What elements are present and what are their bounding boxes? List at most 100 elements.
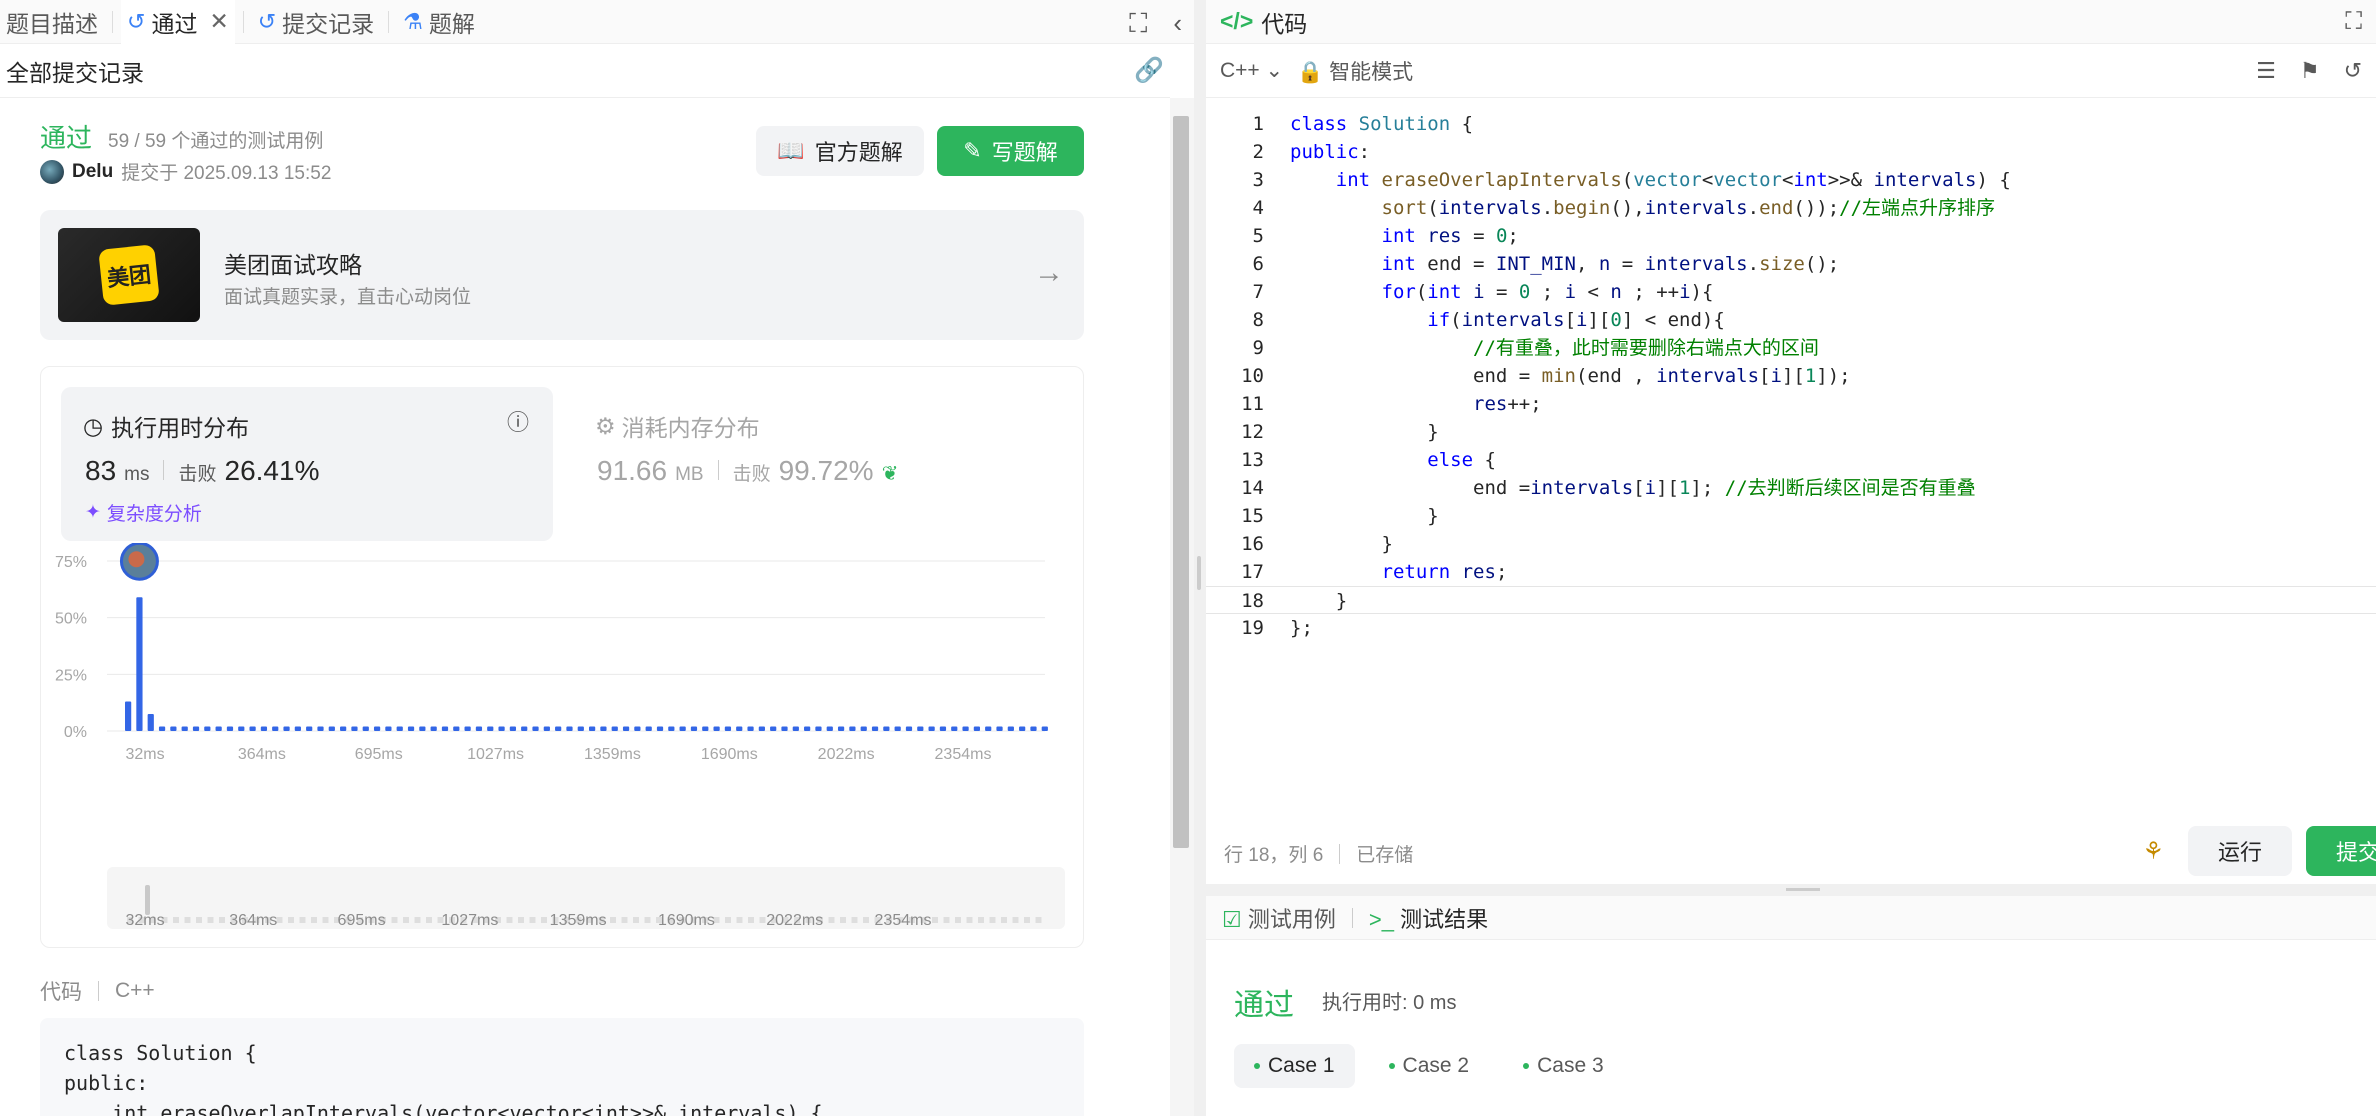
code-area[interactable]: 1 class Solution {2 public: 3 int eraseOver… [1206, 110, 2376, 642]
tab-description-label: 题目描述 [6, 10, 98, 37]
line-number: 19 [1241, 617, 1264, 639]
chart-bar [894, 726, 901, 731]
code-line[interactable]: 1 class Solution { [1206, 110, 2376, 138]
reset-icon[interactable]: ↺ [2344, 58, 2362, 84]
code-line[interactable]: 15 } [1206, 502, 2376, 530]
chart-bar [464, 726, 471, 731]
code-line[interactable]: 11 res++; [1206, 390, 2376, 418]
cursor-position: 行 18，列 6 [1224, 845, 1324, 866]
brush-tick [725, 917, 731, 923]
chart-bar [973, 726, 981, 731]
editor-results-divider[interactable] [1206, 884, 2376, 896]
panel-divider[interactable] [1194, 0, 1206, 1116]
chart-bar [951, 726, 958, 731]
runtime-title-label: 执行用时分布 [111, 415, 250, 441]
lock-icon: 🔒 [1297, 60, 1324, 84]
tab-testcases[interactable]: ☑ 测试用例 [1222, 902, 1336, 934]
official-solution-button[interactable]: 📖 官方题解 [756, 126, 924, 176]
chart-bar [543, 726, 550, 731]
debug-icon[interactable]: ⚘ [2142, 837, 2164, 866]
brush-tick [1012, 917, 1019, 923]
tab-submissions[interactable]: ↺ 提交记录 [252, 0, 380, 44]
fullscreen-icon[interactable]: ⛶ [2345, 8, 2362, 36]
left-scrollbar[interactable] [1170, 98, 1194, 1116]
code-line[interactable]: 4 sort(intervals.begin(),intervals.end()… [1206, 194, 2376, 222]
submissions-subbar: 全部提交记录 🔗 [0, 44, 1170, 98]
code-line[interactable]: 8 if(intervals[i][0] < end){ [1206, 306, 2376, 334]
tab-solutions-label: 题解 [428, 10, 475, 37]
runtime-distribution-tab[interactable]: ◷ 执行用时分布 ⓘ 83 ms 击败 26.41% ✦ 复杂度分析 [61, 387, 553, 541]
bookmark-icon[interactable]: ⚑ [2300, 58, 2320, 84]
code-line[interactable]: 2 public: [1206, 138, 2376, 166]
runtime-values: 83 ms 击败 26.41% [85, 455, 319, 487]
complexity-analysis-link[interactable]: ✦ 复杂度分析 [85, 499, 202, 526]
submit-button[interactable]: 提交 [2306, 826, 2376, 876]
brush-tick-label: 1690ms [658, 912, 715, 929]
code-line[interactable]: 6 int end = INT_MIN, n = intervals.size(… [1206, 250, 2376, 278]
avatar[interactable] [40, 159, 64, 184]
tab-solutions[interactable]: ⚗ 题解 [397, 0, 481, 44]
code-line[interactable]: 9 //有重叠，此时需要删除右端点大的区间 [1206, 334, 2376, 362]
username[interactable]: Delu [72, 161, 113, 183]
chart-bar [419, 726, 426, 731]
code-line[interactable]: 16 } [1206, 530, 2376, 558]
smart-mode-toggle[interactable]: 🔒 智能模式 [1297, 56, 1413, 86]
left-panel-controls: ⛶ ‹ [1129, 8, 1182, 40]
code-line[interactable]: 18 } [1206, 586, 2376, 614]
format-icon[interactable]: ☰ [2256, 58, 2276, 84]
official-solution-label: 官方题解 [814, 140, 903, 165]
code-line[interactable]: 14 end =intervals[i][1]; //去判断后续区间是否有重叠 [1206, 474, 2376, 502]
chart-bar [192, 726, 200, 731]
tab-divider [112, 10, 113, 33]
case-tab[interactable]: Case 3 [1503, 1044, 1624, 1088]
chart-bar [555, 726, 562, 731]
code-line[interactable]: 10 end = min(end , intervals[i][1]); [1206, 362, 2376, 390]
chart-bar [158, 726, 166, 731]
brush-tick [288, 917, 294, 923]
chart-bar [430, 726, 437, 731]
code-line[interactable]: 17 return res; [1206, 558, 2376, 586]
test-results-panel: ☑ 测试用例 >_ 测试结果 通过 执行用时: 0 ms Case 1 Case… [1206, 896, 2376, 1116]
chart-bar [600, 726, 607, 731]
write-solution-button[interactable]: ✎ 写题解 [937, 126, 1084, 176]
meituan-banner[interactable]: 美团 美团面试攻略 面试真题实录，直击心动岗位 → [40, 210, 1084, 340]
case-tab[interactable]: Case 1 [1234, 1044, 1355, 1088]
link-icon[interactable]: 🔗 [1134, 56, 1164, 85]
code-label-text: 代码 [40, 981, 82, 1004]
line-text: if(intervals[i][0] < end){ [1427, 309, 1725, 331]
chevron-down-icon: ⌄ [1265, 59, 1284, 82]
sparkle-icon: ✦ [85, 502, 101, 523]
line-number: 7 [1252, 281, 1264, 303]
divider-handle[interactable] [1786, 888, 1820, 891]
close-icon[interactable]: ✕ [209, 8, 228, 35]
code-line[interactable]: 19}; [1206, 614, 2376, 642]
collapse-icon[interactable]: ‹ [1173, 8, 1182, 40]
line-number: 12 [1241, 421, 1264, 443]
run-button[interactable]: 运行 [2188, 826, 2292, 876]
history-icon: ↺ [127, 8, 146, 34]
tab-passed[interactable]: ↺ 通过 ✕ [121, 0, 235, 44]
language-select[interactable]: C++ ⌄ [1220, 58, 1283, 83]
code-line[interactable]: 3 int eraseOverlapIntervals(vector<vecto… [1206, 166, 2376, 194]
tab-testresult[interactable]: >_ 测试结果 [1369, 902, 1488, 934]
left-scrollbar-thumb[interactable] [1173, 116, 1189, 848]
chart-bar [962, 726, 969, 731]
info-icon[interactable]: ⓘ [507, 405, 529, 437]
chart-range-brush[interactable]: 32ms 364ms 695ms 1027ms 1359ms 1690ms 2022ms 23… [107, 867, 1065, 929]
case-tab[interactable]: Case 2 [1369, 1044, 1490, 1088]
line-text: return res; [1381, 561, 1508, 583]
code-line[interactable]: 7 for(int i = 0 ; i < n ; ++i){ [1206, 278, 2376, 306]
tab-description[interactable]: 题目描述 [0, 0, 104, 44]
memory-distribution-tab[interactable]: ⚙ 消耗内存分布 [595, 409, 760, 443]
runtime-unit: ms [124, 464, 150, 485]
line-text: res++; [1473, 393, 1542, 415]
line-number: 10 [1241, 365, 1264, 387]
line-number: 16 [1241, 533, 1264, 555]
divider-handle[interactable] [1197, 556, 1201, 590]
code-line[interactable]: 5 int res = 0; [1206, 222, 2376, 250]
fullscreen-icon[interactable]: ⛶ [1129, 8, 1147, 40]
line-number: 11 [1241, 393, 1264, 415]
code-line[interactable]: 12 } [1206, 418, 2376, 446]
chart-bar [1041, 726, 1048, 731]
code-line[interactable]: 13 else { [1206, 446, 2376, 474]
